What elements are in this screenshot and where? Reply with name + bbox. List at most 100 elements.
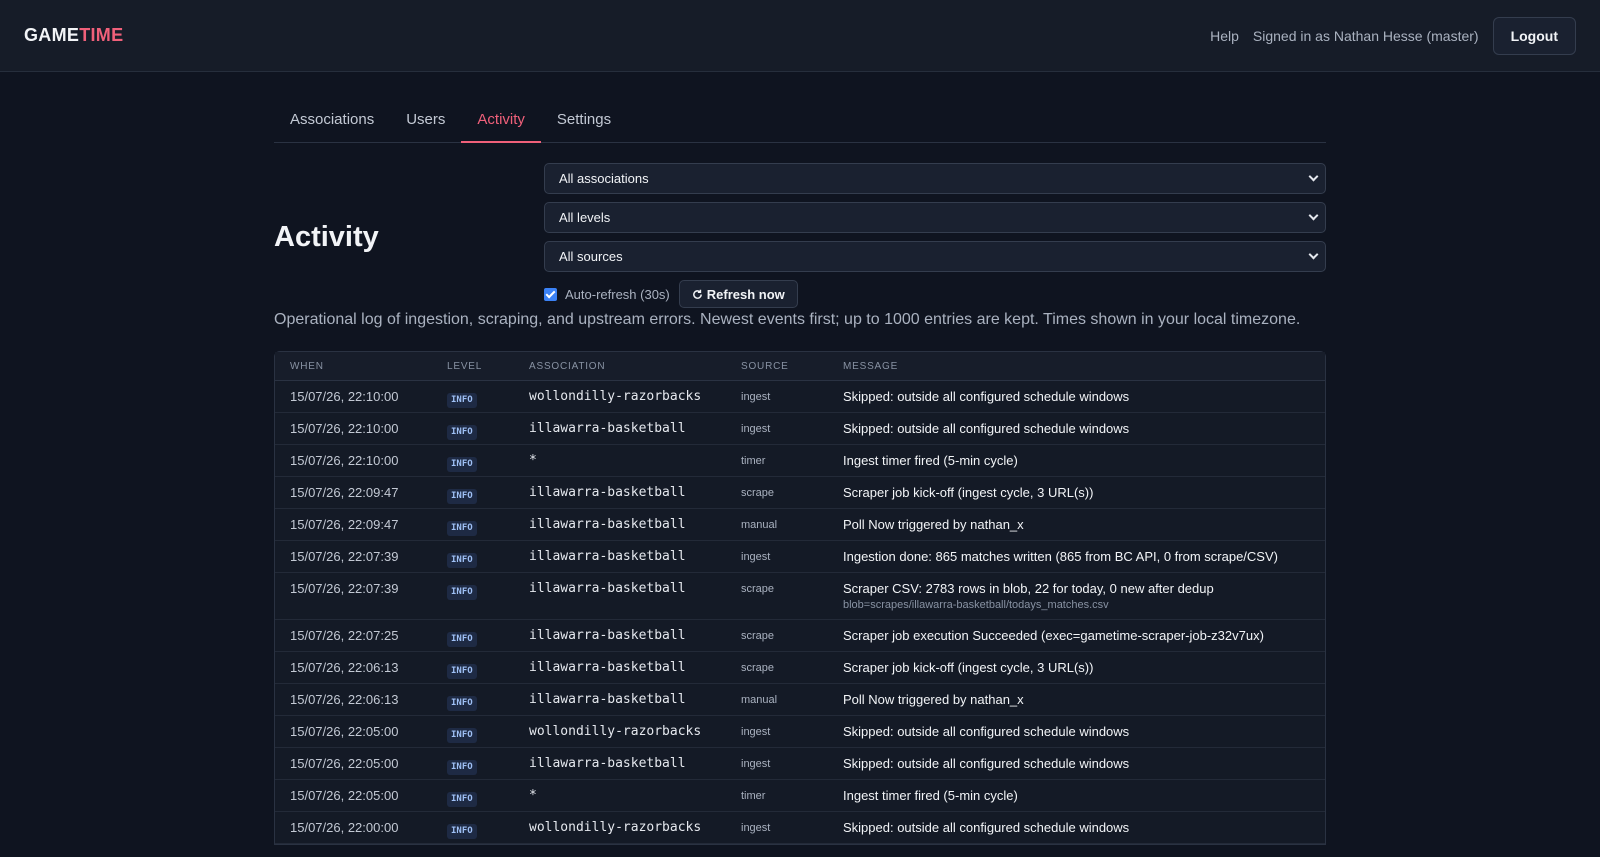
- level-badge: INFO: [447, 792, 477, 807]
- brand-part-2: TIME: [79, 25, 124, 45]
- cell-level: INFO: [447, 660, 529, 679]
- cell-association: wollondilly-razorbacks: [529, 820, 702, 835]
- cell-when: 15/07/26, 22:10:00: [290, 453, 399, 468]
- logout-button[interactable]: Logout: [1492, 16, 1576, 55]
- cell-association: wollondilly-razorbacks: [529, 724, 702, 739]
- cell-level: INFO: [447, 485, 529, 504]
- association-filter-select[interactable]: All associations: [544, 163, 1326, 194]
- tab-associations[interactable]: Associations: [274, 100, 390, 143]
- cell-level: INFO: [447, 549, 529, 568]
- cell-source: ingest: [741, 758, 771, 770]
- message-text: Skipped: outside all configured schedule…: [843, 389, 1130, 404]
- level-badge: INFO: [447, 632, 477, 647]
- cell-level: INFO: [447, 692, 529, 711]
- auto-refresh-label: Auto-refresh (30s): [565, 286, 670, 302]
- tab-users[interactable]: Users: [390, 100, 461, 143]
- level-badge: INFO: [447, 585, 477, 600]
- tab-activity[interactable]: Activity: [461, 100, 541, 143]
- brand-part-1: GAME: [24, 25, 80, 45]
- message-text: Poll Now triggered by nathan_x: [843, 692, 1024, 707]
- tab-bar: Associations Users Activity Settings: [274, 100, 1326, 143]
- cell-when: 15/07/26, 22:10:00: [290, 421, 399, 436]
- association-filter-value: All associations: [559, 171, 649, 186]
- level-filter-select[interactable]: All levels: [544, 202, 1326, 233]
- table-header: WHEN LEVEL ASSOCIATION SOURCE MESSAGE: [275, 352, 1325, 381]
- cell-message: Skipped: outside all configured schedule…: [843, 756, 1325, 772]
- top-bar: GAMETIME Help Signed in as Nathan Hesse …: [0, 0, 1600, 72]
- help-link[interactable]: Help: [1210, 28, 1239, 44]
- cell-level: INFO: [447, 517, 529, 536]
- table-row: 15/07/26, 22:07:25 INFO illawarra-basketba…: [275, 620, 1325, 652]
- cell-source: ingest: [741, 423, 771, 435]
- cell-source: ingest: [741, 726, 771, 738]
- cell-association: wollondilly-razorbacks: [529, 389, 702, 404]
- table-row: 15/07/26, 22:10:00 INFO wollondilly-razorb…: [275, 381, 1325, 413]
- refresh-now-button[interactable]: Refresh now: [678, 280, 798, 308]
- refresh-now-label: Refresh now: [706, 286, 785, 302]
- level-badge: INFO: [447, 728, 477, 743]
- header-source: SOURCE: [741, 360, 789, 372]
- tab-settings[interactable]: Settings: [541, 100, 627, 143]
- cell-message: Poll Now triggered by nathan_x: [843, 692, 1325, 708]
- cell-association: illawarra-basketball: [529, 628, 686, 643]
- cell-when: 15/07/26, 22:06:13: [290, 660, 399, 675]
- cell-when: 15/07/26, 22:05:00: [290, 756, 399, 771]
- cell-association: illawarra-basketball: [529, 517, 686, 532]
- message-text: Scraper CSV: 2783 rows in blob, 22 for t…: [843, 581, 1214, 596]
- cell-source: ingest: [741, 822, 771, 834]
- cell-message: Ingest timer fired (5-min cycle): [843, 453, 1325, 469]
- cell-level: INFO: [447, 820, 529, 839]
- cell-level: INFO: [447, 724, 529, 743]
- source-filter-select[interactable]: All sources: [544, 241, 1326, 272]
- level-badge: INFO: [447, 553, 477, 568]
- cell-message: Skipped: outside all configured schedule…: [843, 421, 1325, 437]
- cell-level: INFO: [447, 421, 529, 440]
- cell-source: manual: [741, 519, 778, 531]
- level-badge: INFO: [447, 457, 477, 472]
- auto-refresh-checkbox[interactable]: [544, 287, 557, 301]
- table-body: 15/07/26, 22:10:00 INFO wollondilly-razorb…: [275, 381, 1325, 844]
- cell-source: scrape: [741, 630, 775, 642]
- cell-association: illawarra-basketball: [529, 421, 686, 436]
- level-filter-value: All levels: [559, 210, 611, 225]
- filters: All associations All levels All sources …: [544, 163, 1326, 308]
- table-row: 15/07/26, 22:07:39 INFO illawarra-basketba…: [275, 573, 1325, 620]
- cell-when: 15/07/26, 22:06:13: [290, 692, 399, 707]
- refresh-icon: [692, 289, 702, 299]
- table-row: 15/07/26, 22:05:00 INFO wollondilly-razorb…: [275, 716, 1325, 748]
- cell-association: *: [529, 788, 537, 803]
- signed-in-label: Signed in as Nathan Hesse (master): [1252, 27, 1479, 44]
- message-text: Poll Now triggered by nathan_x: [843, 517, 1024, 532]
- source-filter-value: All sources: [559, 249, 623, 264]
- table-row: 15/07/26, 22:05:00 INFO illawarra-basketba…: [275, 748, 1325, 780]
- chevron-down-icon: [1308, 249, 1319, 260]
- table-row: 15/07/26, 22:10:00 INFO illawarra-basketba…: [275, 413, 1325, 445]
- page-description: Operational log of ingestion, scraping, …: [274, 311, 1301, 328]
- brand-logo[interactable]: GAMETIME: [24, 25, 123, 46]
- cell-association: illawarra-basketball: [529, 692, 686, 707]
- cell-when: 15/07/26, 22:09:47: [290, 485, 399, 500]
- cell-level: INFO: [447, 453, 529, 472]
- table-row: 15/07/26, 22:10:00 INFO * timer Ingest timer…: [275, 445, 1325, 477]
- cell-source: manual: [741, 694, 778, 706]
- cell-association: *: [529, 453, 537, 468]
- cell-when: 15/07/26, 22:10:00: [290, 389, 399, 404]
- header-message: MESSAGE: [843, 360, 899, 372]
- table-row: 15/07/26, 22:00:00 INFO wollondilly-razorb…: [275, 812, 1325, 844]
- header-when: WHEN: [290, 360, 324, 372]
- message-text: Skipped: outside all configured schedule…: [843, 756, 1130, 771]
- table-row: 15/07/26, 22:06:13 INFO illawarra-basketba…: [275, 652, 1325, 684]
- cell-association: illawarra-basketball: [529, 549, 686, 564]
- cell-when: 15/07/26, 22:07:25: [290, 628, 399, 643]
- cell-message: Skipped: outside all configured schedule…: [843, 389, 1325, 405]
- level-badge: INFO: [447, 425, 477, 440]
- cell-source: scrape: [741, 583, 775, 595]
- cell-source: timer: [741, 790, 766, 802]
- message-detail: blob=scrapes/illawarra-basketball/todays…: [843, 599, 1109, 611]
- table-row: 15/07/26, 22:07:39 INFO illawarra-basketba…: [275, 541, 1325, 573]
- cell-level: INFO: [447, 788, 529, 807]
- level-badge: INFO: [447, 824, 477, 839]
- cell-message: Skipped: outside all configured schedule…: [843, 820, 1325, 836]
- cell-association: illawarra-basketball: [529, 660, 686, 675]
- cell-level: INFO: [447, 628, 529, 647]
